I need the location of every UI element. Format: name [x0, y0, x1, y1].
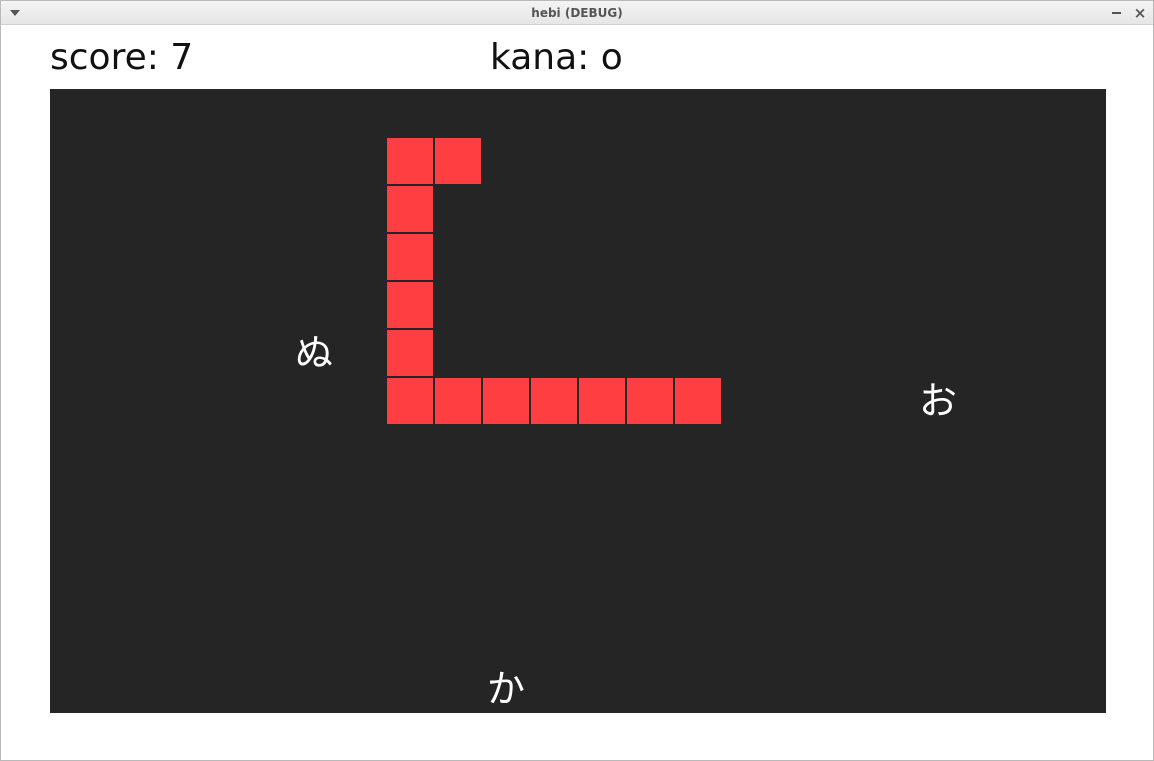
- window-title: hebi (DEBUG): [531, 6, 623, 20]
- snake-segment: [483, 378, 529, 424]
- target-kana-display: kana: o: [490, 37, 623, 78]
- snake-segment: [435, 378, 481, 424]
- snake-segment: [531, 378, 577, 424]
- kana-food-o: お: [918, 379, 957, 423]
- snake-segment: [579, 378, 625, 424]
- snake-segment: [387, 282, 433, 328]
- snake-segment: [627, 378, 673, 424]
- snake-segment: [675, 378, 721, 424]
- kana-food-ka: か: [486, 667, 525, 711]
- snake-segment: [435, 138, 481, 184]
- minimize-icon[interactable]: [1112, 12, 1121, 14]
- close-icon[interactable]: ×: [1132, 3, 1148, 23]
- snake-segment: [387, 330, 433, 376]
- snake-segment: [387, 138, 433, 184]
- snake-segment: [387, 378, 433, 424]
- score-display: score: 7: [50, 37, 194, 78]
- kana-food-nu: ぬ: [294, 331, 333, 375]
- snake-segment: [387, 186, 433, 232]
- app-window: hebi (DEBUG) × score: 7 kana: o ぬ お か: [0, 0, 1154, 761]
- snake-segment: [387, 234, 433, 280]
- title-bar[interactable]: hebi (DEBUG) ×: [1, 1, 1153, 25]
- game-board[interactable]: ぬ お か: [50, 89, 1106, 713]
